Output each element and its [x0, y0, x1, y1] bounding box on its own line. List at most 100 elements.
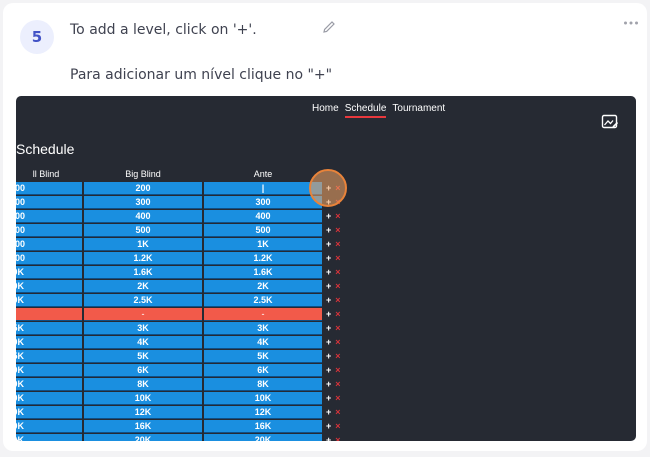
small-blind-cell[interactable]: .0K: [16, 335, 82, 349]
big-blind-cell[interactable]: 1.6K: [84, 265, 202, 279]
ante-cell[interactable]: 12K: [204, 405, 322, 419]
delete-level-button[interactable]: ×: [335, 239, 340, 249]
add-level-button[interactable]: +: [326, 239, 331, 249]
add-level-button[interactable]: +: [326, 225, 331, 235]
ante-cell[interactable]: 10K: [204, 391, 322, 405]
ante-cell[interactable]: 500: [204, 223, 322, 237]
pencil-icon[interactable]: [321, 19, 337, 35]
delete-level-button[interactable]: ×: [335, 407, 340, 417]
ante-cell[interactable]: 20K: [204, 433, 322, 441]
add-level-button[interactable]: +: [326, 435, 331, 441]
big-blind-cell[interactable]: 1K: [84, 237, 202, 251]
delete-level-button[interactable]: ×: [335, 295, 340, 305]
small-blind-cell[interactable]: 100: [16, 181, 82, 195]
small-blind-cell[interactable]: 500: [16, 251, 82, 265]
more-options-icon[interactable]: [623, 20, 639, 26]
delete-level-button[interactable]: ×: [335, 281, 340, 291]
big-blind-cell[interactable]: 10K: [84, 391, 202, 405]
add-level-button[interactable]: +: [326, 267, 331, 277]
small-blind-cell[interactable]: .0K: [16, 405, 82, 419]
small-blind-cell[interactable]: .5K: [16, 321, 82, 335]
delete-level-button[interactable]: ×: [335, 365, 340, 375]
small-blind-cell[interactable]: .0K: [16, 419, 82, 433]
add-level-button[interactable]: +: [326, 281, 331, 291]
big-blind-cell[interactable]: 1.2K: [84, 251, 202, 265]
ante-cell[interactable]: 8K: [204, 377, 322, 391]
ante-cell[interactable]: |: [204, 181, 322, 195]
big-blind-cell[interactable]: 5K: [84, 349, 202, 363]
big-blind-cell[interactable]: 6K: [84, 363, 202, 377]
big-blind-cell[interactable]: 20K: [84, 433, 202, 441]
small-blind-cell[interactable]: 200: [16, 223, 82, 237]
big-blind-cell[interactable]: -: [84, 307, 202, 321]
small-blind-cell[interactable]: .0K: [16, 293, 82, 307]
ante-cell[interactable]: 1K: [204, 237, 322, 251]
ante-cell[interactable]: 2K: [204, 279, 322, 293]
add-level-button[interactable]: +: [326, 295, 331, 305]
delete-level-button[interactable]: ×: [335, 211, 340, 221]
add-level-button[interactable]: +: [326, 253, 331, 263]
small-blind-cell[interactable]: .0K: [16, 265, 82, 279]
add-level-button[interactable]: +: [326, 393, 331, 403]
small-blind-cell[interactable]: -: [16, 307, 82, 321]
delete-level-button[interactable]: ×: [335, 309, 340, 319]
delete-level-button[interactable]: ×: [335, 225, 340, 235]
edit-image-icon[interactable]: [601, 114, 619, 130]
table-row: .0K4K4K+×: [16, 335, 350, 349]
ante-cell[interactable]: 300: [204, 195, 322, 209]
ante-cell[interactable]: 16K: [204, 419, 322, 433]
big-blind-cell[interactable]: 200: [84, 181, 202, 195]
add-level-button[interactable]: +: [326, 379, 331, 389]
add-level-button[interactable]: +: [326, 421, 331, 431]
big-blind-cell[interactable]: 16K: [84, 419, 202, 433]
small-blind-cell[interactable]: .0K: [16, 363, 82, 377]
add-level-button[interactable]: +: [326, 351, 331, 361]
delete-level-button[interactable]: ×: [335, 351, 340, 361]
ante-cell[interactable]: -: [204, 307, 322, 321]
ante-cell[interactable]: 6K: [204, 363, 322, 377]
big-blind-cell[interactable]: 2K: [84, 279, 202, 293]
ante-cell[interactable]: 2.5K: [204, 293, 322, 307]
big-blind-cell[interactable]: 12K: [84, 405, 202, 419]
big-blind-cell[interactable]: 4K: [84, 335, 202, 349]
nav-tournament[interactable]: Tournament: [392, 103, 445, 118]
delete-level-button[interactable]: ×: [335, 253, 340, 263]
delete-level-button[interactable]: ×: [335, 393, 340, 403]
big-blind-cell[interactable]: 300: [84, 195, 202, 209]
small-blind-cell[interactable]: .0K: [16, 377, 82, 391]
add-level-button[interactable]: +: [326, 309, 331, 319]
step-text-portuguese[interactable]: Para adicionar um nível clique no "+": [70, 67, 332, 83]
add-level-button[interactable]: +: [326, 337, 331, 347]
small-blind-cell[interactable]: 500: [16, 237, 82, 251]
ante-cell[interactable]: 5K: [204, 349, 322, 363]
big-blind-cell[interactable]: 400: [84, 209, 202, 223]
add-level-button[interactable]: +: [326, 211, 331, 221]
big-blind-cell[interactable]: 2.5K: [84, 293, 202, 307]
ante-cell[interactable]: 400: [204, 209, 322, 223]
delete-level-button[interactable]: ×: [335, 379, 340, 389]
small-blind-cell[interactable]: 200: [16, 195, 82, 209]
add-level-button[interactable]: +: [326, 365, 331, 375]
delete-level-button[interactable]: ×: [335, 337, 340, 347]
nav-schedule[interactable]: Schedule: [344, 103, 387, 118]
delete-level-button[interactable]: ×: [335, 435, 340, 441]
delete-level-button[interactable]: ×: [335, 267, 340, 277]
add-level-button[interactable]: +: [326, 407, 331, 417]
big-blind-cell[interactable]: 8K: [84, 377, 202, 391]
big-blind-cell[interactable]: 3K: [84, 321, 202, 335]
step-text-english[interactable]: To add a level, click on '+'.: [70, 22, 257, 38]
delete-level-button[interactable]: ×: [335, 323, 340, 333]
ante-cell[interactable]: 1.2K: [204, 251, 322, 265]
ante-cell[interactable]: 3K: [204, 321, 322, 335]
delete-level-button[interactable]: ×: [335, 421, 340, 431]
add-level-button[interactable]: +: [326, 323, 331, 333]
ante-cell[interactable]: 4K: [204, 335, 322, 349]
big-blind-cell[interactable]: 500: [84, 223, 202, 237]
small-blind-cell[interactable]: 200: [16, 209, 82, 223]
small-blind-cell[interactable]: .0K: [16, 433, 82, 441]
small-blind-cell[interactable]: .0K: [16, 391, 82, 405]
small-blind-cell[interactable]: .0K: [16, 279, 82, 293]
ante-cell[interactable]: 1.6K: [204, 265, 322, 279]
small-blind-cell[interactable]: .5K: [16, 349, 82, 363]
nav-home[interactable]: Home: [312, 103, 339, 118]
